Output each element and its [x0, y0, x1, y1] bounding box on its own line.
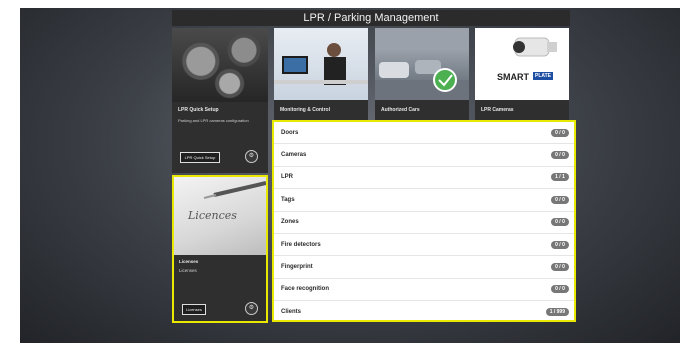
- window-frame-left: [0, 0, 20, 355]
- window-frame-bottom: [0, 343, 700, 355]
- list-item-label: Tags: [281, 196, 295, 203]
- licences-subtitle: Licenses: [179, 268, 197, 273]
- list-item-clients[interactable]: Clients 1 / 999: [274, 301, 574, 323]
- list-item-cameras[interactable]: Cameras 0 / 0: [274, 144, 574, 167]
- count-badge: 1 / 1: [551, 173, 569, 182]
- tile-description: Parking and LPR cameras configuration: [178, 118, 249, 123]
- count-badge: 0 / 0: [551, 195, 569, 204]
- count-badge: 0 / 0: [551, 285, 569, 294]
- licence-word: Licences: [188, 209, 237, 222]
- list-item-label: Zones: [281, 219, 299, 226]
- tile-title: LPR Quick Setup: [178, 107, 219, 113]
- cars-illustration: [375, 28, 469, 100]
- count-badge: 0 / 0: [551, 218, 569, 227]
- camera-illustration: [513, 37, 557, 57]
- list-item-fingerprint[interactable]: Fingerprint 0 / 0: [274, 256, 574, 279]
- parking-image: [375, 28, 469, 100]
- gears-image: [172, 28, 268, 102]
- list-item-tags[interactable]: Tags 0 / 0: [274, 189, 574, 212]
- list-item-label: LPR: [281, 174, 293, 181]
- list-item-lpr[interactable]: LPR 1 / 1: [274, 167, 574, 190]
- list-item-fire-detectors[interactable]: Fire detectors 0 / 0: [274, 234, 574, 257]
- camera-image: SMART PLATE: [475, 28, 569, 100]
- lpr-quick-setup-button[interactable]: LPR Quick Setup: [180, 152, 220, 163]
- list-item-label: Clients: [281, 309, 302, 316]
- list-item-zones[interactable]: Zones 0 / 0: [274, 212, 574, 234]
- tile-title: Authorized Cars: [381, 107, 420, 113]
- tile-title: LPR Cameras: [481, 107, 514, 113]
- count-badge: 0 / 0: [551, 263, 569, 272]
- licenses-button[interactable]: Licenses: [182, 304, 206, 315]
- resource-list: Doors 0 / 0 Cameras 0 / 0 LPR 1 / 1 Tags…: [272, 120, 576, 322]
- licences-title: Licenses: [179, 259, 199, 264]
- list-item-face-recognition[interactable]: Face recognition 0 / 0: [274, 279, 574, 302]
- window-frame-top: [0, 0, 700, 8]
- tile-lpr-quick-setup[interactable]: LPR Quick Setup Parking and LPR cameras …: [172, 28, 268, 173]
- count-badge: 0 / 0: [551, 151, 569, 160]
- page-title: LPR / Parking Management: [172, 10, 570, 26]
- list-item-label: Doors: [281, 129, 299, 136]
- brand-badge: PLATE: [533, 72, 554, 80]
- brand-name: SMART: [497, 72, 529, 82]
- list-item-doors[interactable]: Doors 0 / 0: [274, 122, 574, 145]
- tile-title: Monitoring & Control: [280, 107, 330, 113]
- list-item-label: Face recognition: [281, 286, 330, 293]
- count-badge: 0 / 0: [551, 128, 569, 137]
- tile-lpr-cameras[interactable]: SMART PLATE LPR Cameras: [475, 28, 569, 120]
- monitoring-image: [274, 28, 368, 100]
- tile-authorized-cars[interactable]: Authorized Cars: [375, 28, 469, 120]
- settings-icon[interactable]: ⚙: [245, 302, 258, 315]
- settings-icon[interactable]: ⚙: [245, 150, 258, 163]
- list-item-label: Cameras: [281, 152, 307, 159]
- list-item-label: Fire detectors: [281, 241, 321, 248]
- tile-monitoring-control[interactable]: Monitoring & Control: [274, 28, 368, 120]
- count-badge: 1 / 999: [545, 308, 569, 317]
- licence-image: Licences: [174, 177, 266, 255]
- window-frame-right: [680, 0, 700, 355]
- operator-illustration: [274, 43, 368, 85]
- count-badge: 0 / 0: [551, 240, 569, 249]
- list-item-label: Fingerprint: [281, 264, 313, 271]
- licences-panel[interactable]: Licences Licenses Licenses Licenses ⚙: [172, 175, 268, 323]
